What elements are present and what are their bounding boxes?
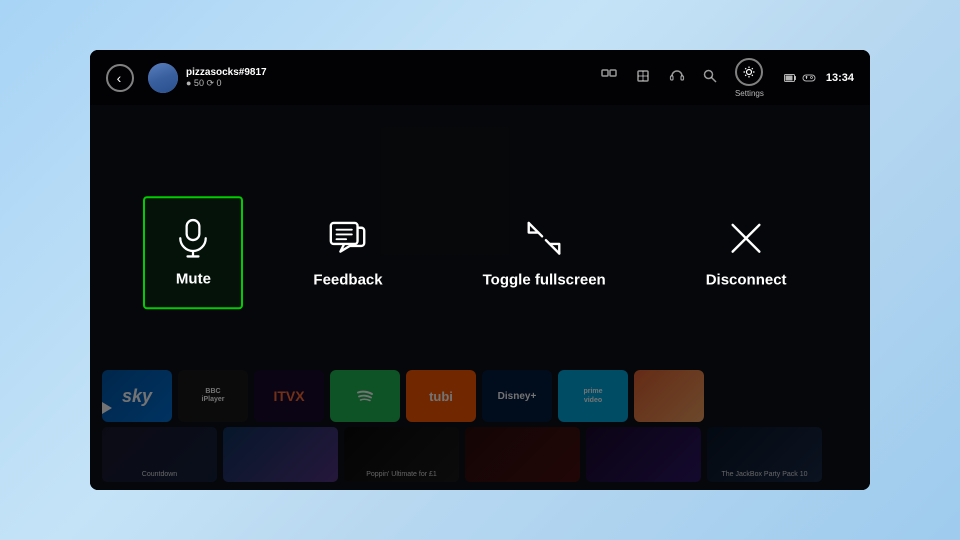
settings-label: Settings: [735, 89, 764, 98]
user-stats: ● 50 ⟳ 0: [186, 78, 267, 89]
settings-icon-btn[interactable]: Settings: [735, 58, 764, 98]
action-bar: Mute Feedback Toggle fullscreen: [90, 195, 870, 310]
clock-area: 13:34: [784, 72, 854, 84]
toggle-fullscreen-label: Toggle fullscreen: [483, 271, 606, 288]
search-icon: [703, 69, 717, 86]
username: pizzasocks#9817: [186, 67, 267, 78]
feedback-icon: [327, 217, 369, 259]
gear-icon: [742, 65, 756, 79]
controller-icon: [802, 73, 816, 83]
mute-button[interactable]: Mute: [143, 196, 243, 309]
avatar: [148, 63, 178, 93]
disconnect-label: Disconnect: [706, 271, 787, 288]
back-button[interactable]: ‹: [106, 64, 134, 92]
toggle-fullscreen-button[interactable]: Toggle fullscreen: [453, 195, 636, 310]
top-bar: ‹ pizzasocks#9817 ● 50 ⟳ 0: [90, 50, 870, 105]
back-arrow-icon: ‹: [117, 70, 122, 86]
mute-label: Mute: [176, 270, 211, 287]
disconnect-icon: [725, 217, 767, 259]
xbox-icon-btn[interactable]: [635, 68, 651, 87]
search-icon-btn[interactable]: [703, 69, 717, 86]
people-icon: [601, 69, 617, 86]
headset-icon-btn[interactable]: [669, 69, 685, 86]
people-icon-btn[interactable]: [601, 69, 617, 86]
mic-icon: [173, 218, 213, 258]
feedback-label: Feedback: [313, 271, 382, 288]
clock: 13:34: [826, 72, 854, 84]
feedback-button[interactable]: Feedback: [283, 195, 412, 310]
disconnect-button[interactable]: Disconnect: [676, 195, 817, 310]
tv-container: ‹ pizzasocks#9817 ● 50 ⟳ 0: [90, 50, 870, 490]
battery-icon: [784, 74, 796, 82]
clock-icons: [784, 73, 816, 83]
user-info: pizzasocks#9817 ● 50 ⟳ 0: [148, 63, 267, 93]
xbox-icon: [635, 68, 651, 87]
top-icons: Settings: [601, 58, 764, 98]
fullscreen-icon: [523, 217, 565, 259]
headset-icon: [669, 69, 685, 86]
user-details: pizzasocks#9817 ● 50 ⟳ 0: [186, 67, 267, 89]
